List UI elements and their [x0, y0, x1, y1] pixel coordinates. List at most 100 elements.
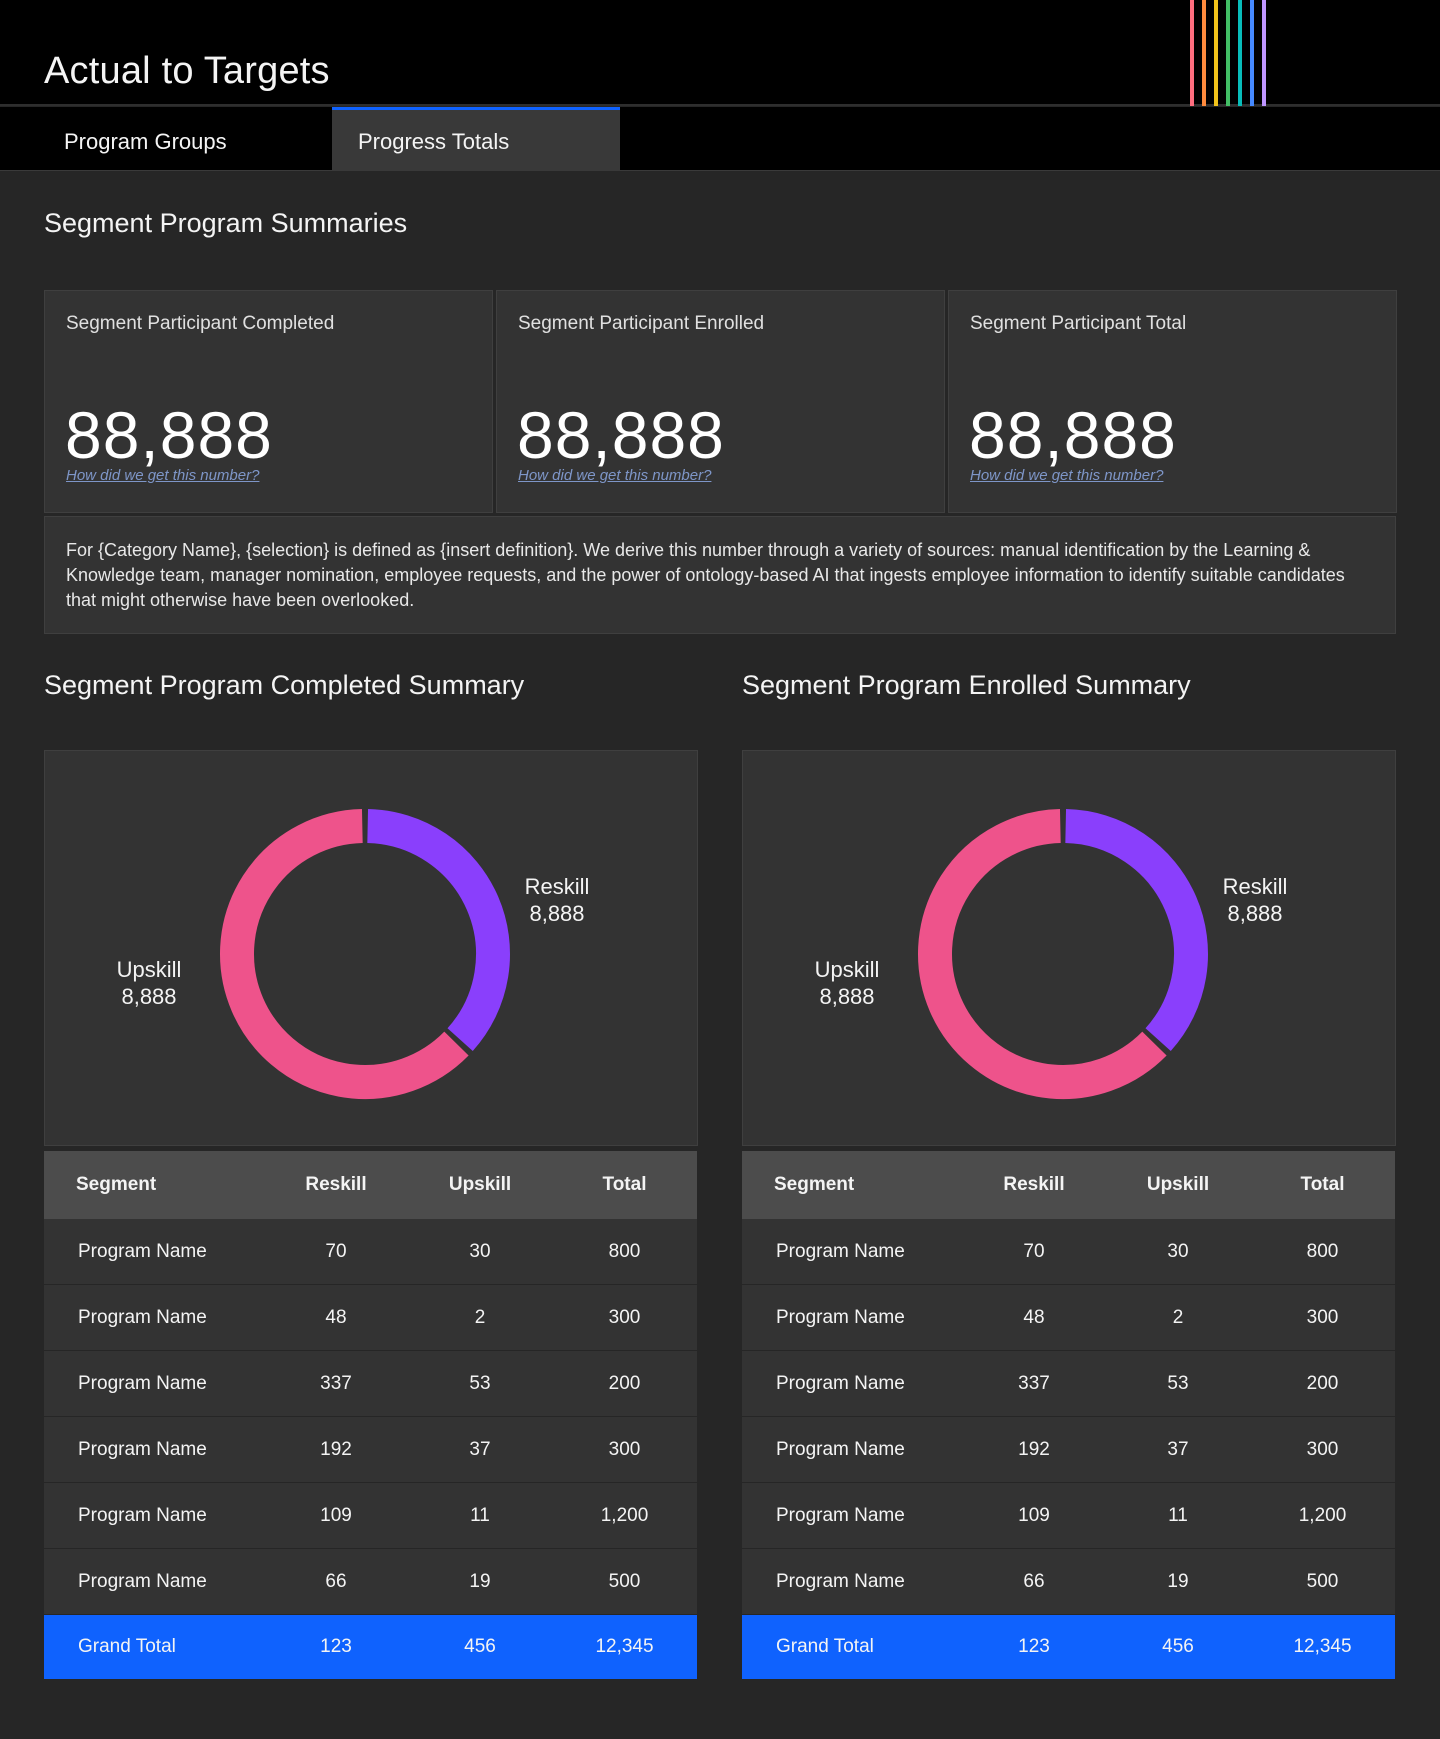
reskill-slice-label: Reskill 8,888: [515, 873, 599, 927]
grand-total-label: Grand Total: [78, 1636, 176, 1657]
reskill-value: 8,888: [1227, 901, 1283, 926]
donut-slice-reskill[interactable]: [366, 809, 510, 1052]
value-cell: 300: [1306, 1438, 1339, 1460]
value-cell: 2: [474, 1306, 486, 1328]
column-header-reskill: Reskill: [305, 1174, 367, 1195]
program-name-cell: Program Name: [78, 1306, 207, 1328]
value-cell: 70: [325, 1240, 347, 1262]
column-header-reskill: Reskill: [1003, 1174, 1065, 1195]
program-name-cell: Program Name: [776, 1570, 905, 1592]
column-header-segment: Segment: [76, 1174, 157, 1195]
grand-total-value: 456: [1162, 1636, 1194, 1657]
value-cell: 11: [1168, 1504, 1188, 1526]
grand-total-value: 12,345: [1293, 1636, 1352, 1657]
value-cell: 337: [1018, 1372, 1050, 1394]
value-cell: 48: [1023, 1306, 1045, 1328]
value-cell: 300: [1306, 1306, 1339, 1328]
value-cell: 66: [1023, 1570, 1045, 1592]
value-cell: 1,200: [1298, 1504, 1347, 1526]
value-cell: 48: [325, 1306, 347, 1328]
table-row: Program Name 192 37 300: [44, 1417, 697, 1483]
program-name-cell: Program Name: [776, 1372, 905, 1394]
table-row: Program Name 337 53 200: [44, 1351, 697, 1417]
donut-slice-upskill[interactable]: [220, 809, 469, 1099]
value-cell: 192: [1018, 1438, 1050, 1460]
upskill-slice-label: Upskill 8,888: [107, 956, 191, 1010]
brand-stripe: [1250, 0, 1254, 106]
value-cell: 800: [608, 1240, 641, 1262]
table-header: Segment Reskill Upskill Total: [44, 1151, 697, 1219]
table-row: Program Name 66 19 500: [44, 1549, 697, 1615]
grand-total-row: Grand Total 123 456 12,345: [742, 1615, 1395, 1679]
grand-total-row: Grand Total 123 456 12,345: [44, 1615, 697, 1679]
donut-slice-upskill[interactable]: [918, 809, 1167, 1099]
upskill-slice-label: Upskill 8,888: [805, 956, 889, 1010]
tab-program-groups[interactable]: Program Groups: [44, 107, 332, 171]
value-cell: 300: [608, 1438, 641, 1460]
section-title-enrolled: Segment Program Enrolled Summary: [742, 670, 1191, 700]
brand-stripe: [1202, 0, 1206, 106]
value-cell: 19: [469, 1570, 491, 1592]
program-name-cell: Program Name: [78, 1372, 207, 1394]
donut-chart-svg: [220, 809, 510, 1099]
value-cell: 109: [1018, 1504, 1050, 1526]
brand-stripe: [1238, 0, 1242, 106]
grand-total-value: 12,345: [595, 1636, 654, 1657]
value-cell: 66: [325, 1570, 347, 1592]
table-row: Program Name 109 11 1,200: [742, 1483, 1395, 1549]
column-header-segment: Segment: [774, 1174, 855, 1195]
section-title-summaries: Segment Program Summaries: [44, 208, 408, 238]
tab-progress-totals[interactable]: Progress Totals: [332, 107, 620, 171]
donut-chart-svg: [918, 809, 1208, 1099]
donut-chart-enrolled: Reskill 8,888 Upskill 8,888: [742, 750, 1396, 1146]
upskill-value: 8,888: [819, 984, 875, 1009]
kpi-card-total: Segment Participant Total 88,888 How did…: [948, 290, 1397, 513]
kpi-help-link[interactable]: How did we get this number?: [518, 467, 711, 484]
table-header: Segment Reskill Upskill Total: [742, 1151, 1395, 1219]
column-header-total: Total: [1300, 1174, 1345, 1195]
value-cell: 30: [469, 1240, 491, 1262]
value-cell: 337: [320, 1372, 352, 1394]
kpi-label: Segment Participant Completed: [66, 313, 335, 334]
table-row: Program Name 337 53 200: [742, 1351, 1395, 1417]
table-body: Program Name 70 30 800 Program Name 48 2 300 Pro…: [742, 1219, 1395, 1679]
value-cell: 37: [469, 1438, 491, 1460]
column-header-total: Total: [602, 1174, 647, 1195]
brand-stripe: [1214, 0, 1218, 106]
program-name-cell: Program Name: [78, 1438, 207, 1460]
section-title-completed: Segment Program Completed Summary: [44, 670, 525, 700]
program-name-cell: Program Name: [78, 1240, 207, 1262]
value-cell: 300: [608, 1306, 641, 1328]
value-cell: 37: [1167, 1438, 1189, 1460]
program-name-cell: Program Name: [776, 1438, 905, 1460]
reskill-label: Reskill: [1222, 874, 1288, 899]
value-cell: 70: [1023, 1240, 1045, 1262]
value-cell: 11: [470, 1504, 490, 1526]
completed-table: Segment Reskill Upskill Total Program Na…: [44, 1151, 697, 1679]
kpi-help-link[interactable]: How did we get this number?: [970, 467, 1163, 484]
brand-stripe: [1226, 0, 1230, 106]
definition-text: For {Category Name}, {selection} is defi…: [44, 516, 1396, 634]
grand-total-label: Grand Total: [776, 1636, 874, 1657]
brand-stripes-icon: [1190, 0, 1266, 106]
app-title: Actual to Targets: [44, 50, 330, 92]
table-row: Program Name 192 37 300: [742, 1417, 1395, 1483]
brand-stripe: [1262, 0, 1266, 106]
donut-slice-reskill[interactable]: [1064, 809, 1208, 1052]
upskill-label: Upskill: [116, 957, 182, 982]
value-cell: 500: [608, 1570, 641, 1592]
upskill-label: Upskill: [814, 957, 880, 982]
table-row: Program Name 109 11 1,200: [44, 1483, 697, 1549]
enrolled-table: Segment Reskill Upskill Total Program Na…: [742, 1151, 1395, 1679]
kpi-value: 88,888: [65, 398, 273, 472]
value-cell: 2: [1172, 1306, 1184, 1328]
kpi-help-link[interactable]: How did we get this number?: [66, 467, 259, 484]
program-name-cell: Program Name: [776, 1306, 905, 1328]
kpi-value: 88,888: [969, 398, 1177, 472]
value-cell: 192: [320, 1438, 352, 1460]
program-name-cell: Program Name: [78, 1504, 207, 1526]
table-body: Program Name 70 30 800 Program Name 48 2 300 Pro…: [44, 1219, 697, 1679]
app-header: Actual to Targets: [0, 0, 1440, 106]
table-row: Program Name 66 19 500: [742, 1549, 1395, 1615]
table-row: Program Name 70 30 800: [44, 1219, 697, 1285]
